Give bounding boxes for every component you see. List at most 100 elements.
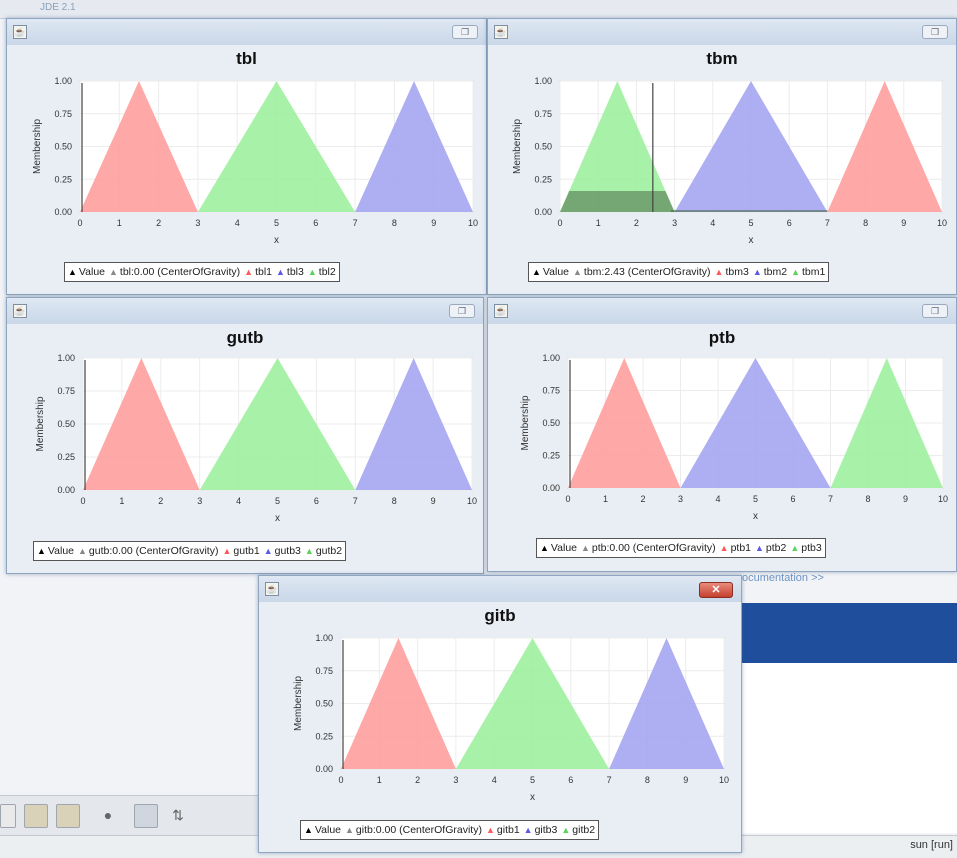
x-tick-label: 5	[275, 496, 280, 506]
x-tick-label: 6	[314, 496, 319, 506]
x-tick-label: 6	[568, 775, 573, 785]
legend-marker-icon: ▲	[523, 825, 533, 835]
x-axis-label: x	[275, 513, 280, 524]
legend-defuzzified-value: tbl:0.00 (CenterOfGravity)	[119, 266, 241, 278]
legend-item-tbl1: tbl1	[255, 266, 272, 278]
x-tick-label: 6	[790, 494, 795, 504]
x-tick-label: 0	[77, 218, 82, 228]
y-tick-label: 0.75	[57, 386, 75, 396]
legend-marker-icon: ▲	[244, 267, 254, 277]
legend-value-label: Value	[47, 545, 74, 557]
y-tick-label: 0.50	[57, 419, 75, 429]
y-tick-label: 0.00	[534, 207, 552, 217]
chart-legend: ▲ Value ▲ ptb:0.00 (CenterOfGravity) ▲ ptb1 ▲ p…	[536, 538, 826, 558]
x-tick-label: 8	[392, 218, 397, 228]
membership-chart-tbm: 1.00 0.75 0.50 0.25 0.00 0 1 2 3 4 5 6 7 8 9 10 x Members…	[512, 76, 947, 246]
x-tick-label: 8	[865, 494, 870, 504]
x-tick-label: 4	[235, 218, 240, 228]
legend-marker-icon: ▲	[263, 546, 273, 556]
legend-marker-icon: ▲	[540, 543, 549, 553]
legend-value-label: Value	[314, 824, 341, 836]
chart-window-tbl[interactable]: ☕ ❐ tbl 1.00 0.75 0.50 0.25 0.00 0 1 2 3 4 5 6 7 8 9 10 x Me…	[6, 18, 487, 295]
toolbar-button-2[interactable]	[24, 804, 48, 828]
legend-marker-icon: ▲	[68, 267, 77, 277]
y-tick-label: 0.25	[57, 452, 75, 462]
legend-item-ptb2: ptb2	[765, 542, 787, 554]
y-tick-label: 0.00	[57, 485, 75, 495]
y-tick-label: 0.50	[542, 418, 560, 428]
y-axis-label: Membership	[520, 395, 531, 450]
legend-item-gutb1: gutb1	[233, 545, 260, 557]
y-tick-label: 1.00	[542, 353, 560, 363]
chart-window-gitb[interactable]: ☕ ✕ gitb 1.00 0.75 0.50 0.25 0.00 0 1 2 3 4 5 6 7 8 9 10 x M…	[258, 575, 742, 853]
legend-value-label: Value	[542, 266, 569, 278]
x-tick-label: 5	[530, 775, 535, 785]
x-axis-label: x	[530, 792, 535, 803]
x-axis-label: x	[749, 235, 754, 246]
legend-marker-icon: ▲	[304, 546, 314, 556]
x-tick-label: 9	[901, 218, 906, 228]
x-tick-label: 3	[453, 775, 458, 785]
y-tick-label: 0.00	[315, 764, 333, 774]
documentation-link[interactable]: ocumentation >>	[742, 572, 824, 584]
legend-item-gitb2: gitb2	[572, 824, 596, 836]
x-tick-label: 8	[645, 775, 650, 785]
aggregate-baseline	[670, 210, 828, 213]
y-axis-label: Membership	[512, 119, 523, 174]
membership-chart-gitb: 1.00 0.75 0.50 0.25 0.00 0 1 2 3 4 5 6 7 8 9 10 x Members…	[293, 633, 729, 803]
chart-legend: ▲ Value ▲ tbm:2.43 (CenterOfGravity) ▲ tbm3 ▲ t…	[528, 262, 830, 282]
x-tick-label: 1	[119, 496, 124, 506]
toolbar-button-1[interactable]	[0, 804, 16, 828]
legend-value-label: Value	[550, 542, 577, 554]
y-tick-label: 0.75	[54, 109, 72, 119]
legend-defuzzified-value: ptb:0.00 (CenterOfGravity)	[591, 542, 716, 554]
chart-window-gutb[interactable]: ☕ ❐ gutb 1.00 0.75 0.50 0.25 0.00 0 1 2 3 4 5 6 7 8 9 10 x M…	[6, 297, 484, 574]
x-tick-label: 5	[753, 494, 758, 504]
x-tick-label: 2	[640, 494, 645, 504]
legend-marker-icon: ▲	[345, 825, 354, 835]
x-tick-label: 10	[937, 218, 947, 228]
legend-marker-icon: ▲	[581, 543, 590, 553]
x-tick-label: 3	[672, 218, 677, 228]
y-tick-label: 0.25	[54, 174, 72, 184]
legend-marker-icon: ▲	[37, 546, 46, 556]
x-tick-label: 6	[787, 218, 792, 228]
x-tick-label: 1	[377, 775, 382, 785]
y-tick-label: 0.50	[315, 699, 333, 709]
legend-item-tbm1: tbm1	[802, 266, 826, 278]
x-tick-label: 2	[156, 218, 161, 228]
x-tick-label: 8	[863, 218, 868, 228]
chart-legend: ▲ Value ▲ gitb:0.00 (CenterOfGravity) ▲ gitb1…	[300, 820, 600, 840]
x-tick-label: 3	[195, 218, 200, 228]
legend-marker-icon: ▲	[714, 267, 724, 277]
y-tick-label: 0.50	[534, 142, 552, 152]
background-header-banner	[742, 603, 957, 663]
legend-item-ptb1: ptb1	[730, 542, 751, 554]
y-tick-label: 1.00	[54, 76, 72, 86]
x-tick-label: 7	[353, 496, 358, 506]
x-tick-label: 10	[467, 496, 477, 506]
chart-window-tbm[interactable]: ☕ ❐ tbm 1.00 0.75 0.50 0.25 0.00 0 1 2 3 4 5 6 7 8 9 10 x Me…	[487, 18, 957, 295]
legend-marker-icon: ▲	[78, 546, 87, 556]
x-tick-label: 9	[431, 496, 436, 506]
legend-marker-icon: ▲	[307, 267, 317, 277]
toolbar-sort-icon[interactable]: ⇅	[168, 804, 188, 826]
x-tick-label: 2	[634, 218, 639, 228]
chart-legend: ▲ Value ▲ gutb:0.00 (CenterOfGravity) ▲ gutb1…	[33, 541, 347, 561]
aggregate-area	[560, 191, 675, 212]
x-tick-label: 10	[938, 494, 948, 504]
x-tick-label: 8	[392, 496, 397, 506]
legend-item-gutb3: gutb3	[274, 545, 301, 557]
chart-window-ptb[interactable]: ☕ ❐ ptb 1.00 0.75 0.50 0.25 0.00 0 1 2 3 4 5 6 7 8 9 10 x Me…	[487, 297, 957, 572]
y-tick-label: 1.00	[315, 633, 333, 643]
toolbar-button-3[interactable]	[56, 804, 80, 828]
toolbar-button-5[interactable]	[134, 804, 158, 828]
y-tick-label: 1.00	[534, 76, 552, 86]
legend-marker-icon: ▲	[276, 267, 285, 277]
status-text: sun [run]	[910, 839, 953, 851]
background-toolbar: ● ⇅	[0, 795, 260, 836]
y-axis-label: Membership	[32, 119, 43, 174]
toolbar-user-icon[interactable]: ●	[98, 804, 118, 826]
x-tick-label: 7	[607, 775, 612, 785]
x-tick-label: 6	[313, 218, 318, 228]
